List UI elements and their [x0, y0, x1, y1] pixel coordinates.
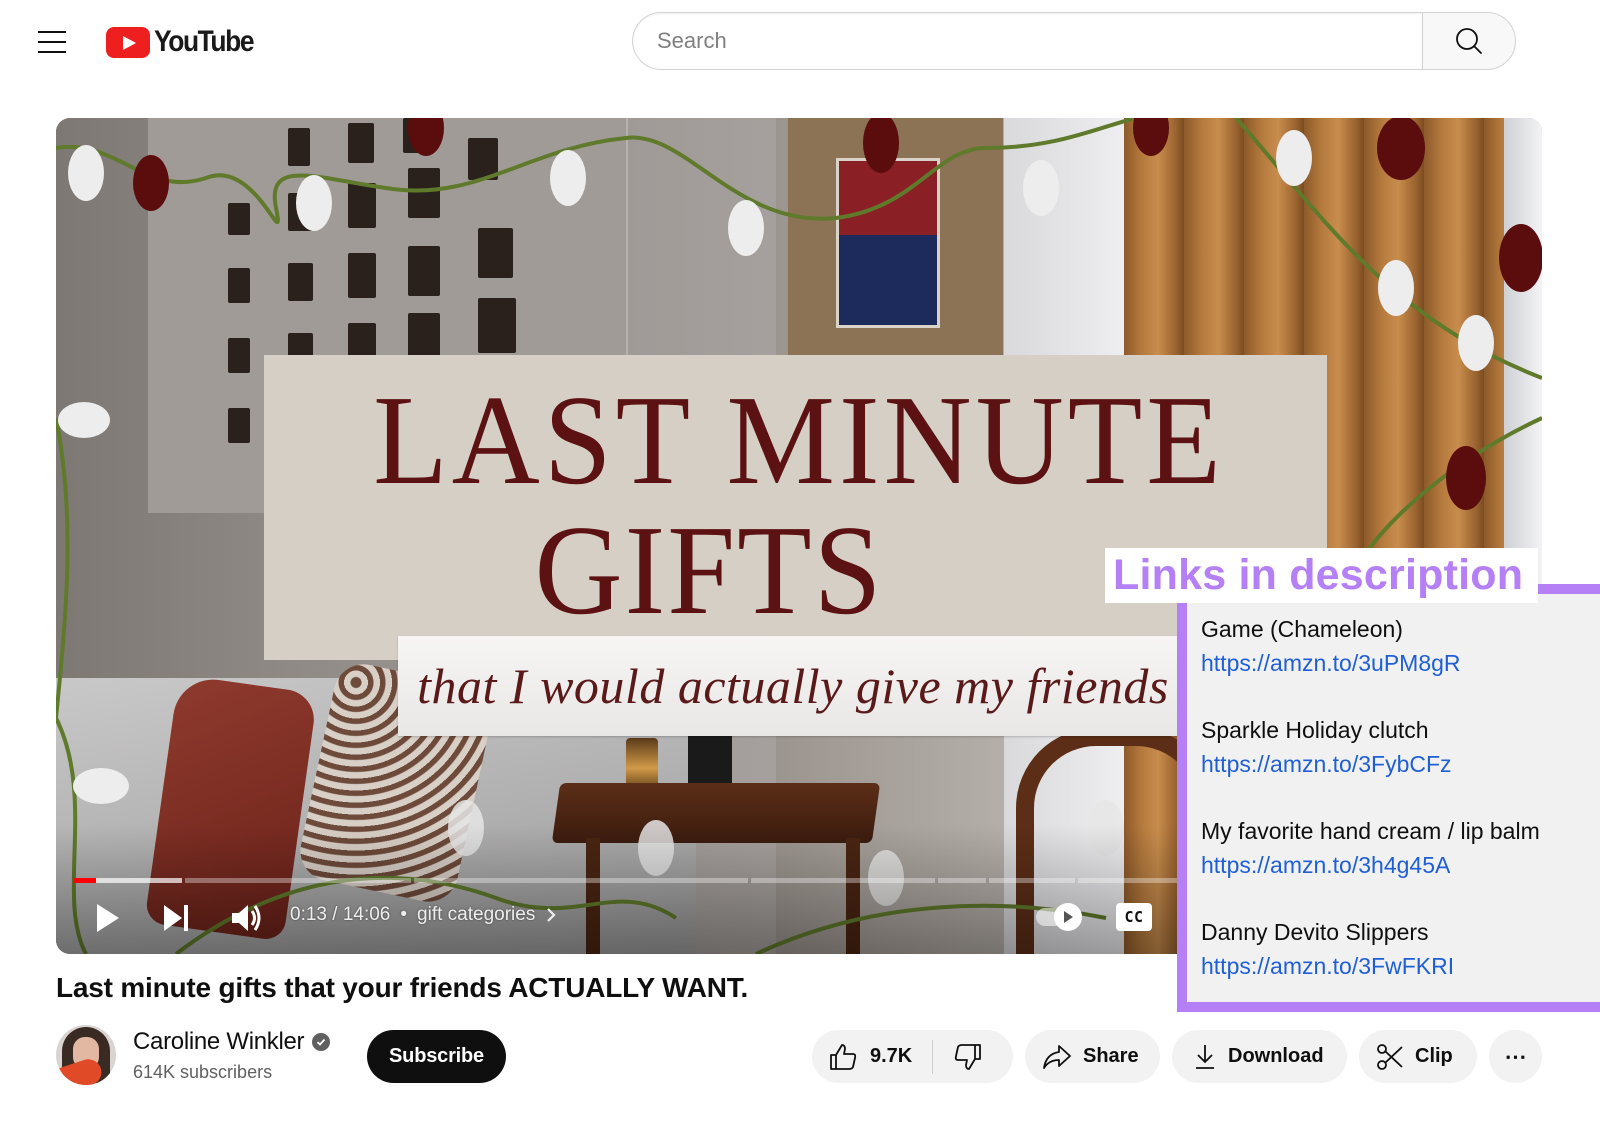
- link-label: My favorite hand cream / lip balm: [1201, 818, 1540, 844]
- play-icon: [97, 904, 119, 932]
- clip-label: Clip: [1415, 1045, 1453, 1067]
- played-progress: [74, 878, 96, 883]
- menu-bar: [38, 31, 66, 33]
- link-label: Game (Chameleon): [1201, 616, 1403, 642]
- search-input[interactable]: [632, 12, 1422, 70]
- logo-text: YouTube: [154, 25, 255, 58]
- search-icon: [1456, 28, 1482, 54]
- like-button[interactable]: 9.7K: [812, 1030, 932, 1083]
- autoplay-toggle-icon: [1064, 911, 1073, 923]
- subscriber-count: 614K subscribers: [133, 1062, 273, 1082]
- autoplay-knob: [1054, 903, 1082, 931]
- captions-button[interactable]: CC: [1116, 903, 1152, 931]
- next-icon: [164, 905, 188, 931]
- download-icon: [1196, 1044, 1214, 1069]
- youtube-play-logo-icon: [106, 26, 150, 58]
- links-heading-text: Links in description: [1113, 551, 1524, 599]
- thumbs-down-icon: [955, 1043, 982, 1070]
- thumbs-up-icon: [830, 1043, 857, 1070]
- time-separator: /: [326, 904, 343, 925]
- scene-candle: [626, 738, 658, 788]
- link-url[interactable]: https://amzn.to/3FwFKRI: [1201, 949, 1600, 983]
- verified-badge-icon: [312, 1033, 331, 1051]
- download-button[interactable]: Download: [1172, 1030, 1347, 1083]
- chapter-button[interactable]: gift categories: [417, 904, 559, 926]
- thumbnail-title-line1: LAST MINUTE: [373, 369, 1225, 512]
- chevron-right-icon: [547, 908, 556, 922]
- search-button[interactable]: [1422, 12, 1516, 70]
- duration: 14:06: [342, 904, 391, 925]
- subscribe-button[interactable]: Subscribe: [367, 1030, 506, 1083]
- chapter-dot: •: [400, 904, 408, 925]
- next-button[interactable]: [162, 900, 192, 936]
- channel-name: Caroline Winkler: [133, 1028, 305, 1055]
- like-dislike-group: 9.7K: [812, 1030, 1013, 1083]
- current-time: 0:13: [290, 904, 327, 925]
- play-button[interactable]: [94, 900, 122, 936]
- link-item: Game (Chameleon) https://amzn.to/3uPM8gR: [1201, 612, 1600, 713]
- links-annotation-heading: Links in description: [1105, 548, 1538, 603]
- share-icon: [1043, 1044, 1071, 1069]
- scissors-icon: [1377, 1043, 1403, 1070]
- channel-avatar[interactable]: [56, 1025, 116, 1085]
- chapter-segment: [185, 878, 411, 883]
- youtube-logo[interactable]: YouTube: [106, 25, 267, 58]
- channel-name-link[interactable]: Caroline Winkler: [133, 1028, 331, 1056]
- link-label: Danny Devito Slippers: [1201, 919, 1429, 945]
- link-item: Danny Devito Slippers https://amzn.to/3F…: [1201, 915, 1600, 1016]
- chapter-title: gift categories: [417, 904, 536, 925]
- chapter-segment: [989, 878, 1075, 883]
- volume-icon: [232, 905, 261, 931]
- link-url[interactable]: https://amzn.to/3uPM8gR: [1201, 646, 1600, 680]
- link-url[interactable]: https://amzn.to/3h4g45A: [1201, 848, 1600, 882]
- dislike-button[interactable]: [933, 1030, 999, 1083]
- more-icon: ⋯: [1504, 1043, 1527, 1069]
- hamburger-menu-icon[interactable]: [30, 22, 74, 62]
- menu-bar: [38, 51, 66, 53]
- share-button[interactable]: Share: [1025, 1030, 1160, 1083]
- link-url[interactable]: https://amzn.to/3FybCFz: [1201, 747, 1600, 781]
- like-count: 9.7K: [870, 1045, 913, 1067]
- link-item: My favorite hand cream / lip balm https:…: [1201, 814, 1600, 915]
- chapter-segment: [751, 878, 935, 883]
- chapter-segment: [938, 878, 986, 883]
- search-bar: [632, 12, 1516, 70]
- scene-painting: [836, 158, 940, 328]
- video-title: Last minute gifts that your friends ACTU…: [56, 972, 749, 1003]
- thumbnail-subtitle: that I would actually give my friends: [417, 658, 1169, 714]
- link-item: Sparkle Holiday clutch https://amzn.to/3…: [1201, 713, 1600, 814]
- autoplay-toggle[interactable]: [1036, 903, 1088, 931]
- volume-button[interactable]: [230, 900, 264, 936]
- menu-bar: [38, 41, 66, 43]
- links-annotation-panel: Game (Chameleon) https://amzn.to/3uPM8gR…: [1177, 584, 1600, 1012]
- more-actions-button[interactable]: ⋯: [1489, 1030, 1542, 1083]
- link-label: Sparkle Holiday clutch: [1201, 717, 1429, 743]
- scene-vase: [688, 728, 732, 790]
- share-label: Share: [1083, 1045, 1139, 1067]
- time-display: 0:13 / 14:06 • gift categories: [290, 904, 559, 926]
- download-label: Download: [1228, 1045, 1324, 1067]
- chapter-segment: [414, 878, 748, 883]
- thumbnail-subtitle-card: that I would actually give my friends: [398, 636, 1188, 736]
- clip-button[interactable]: Clip: [1359, 1030, 1477, 1083]
